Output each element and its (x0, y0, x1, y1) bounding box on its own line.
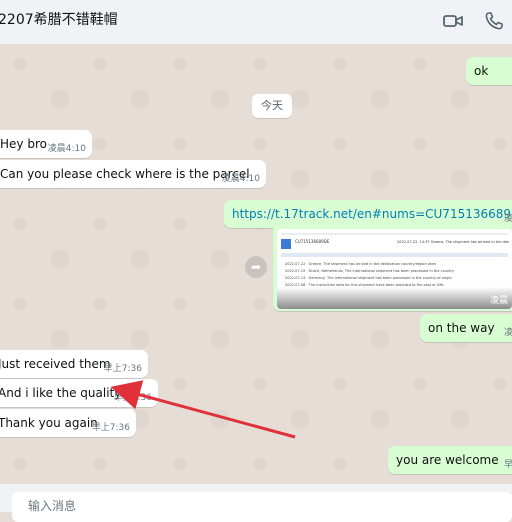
message-time: 早上7:36 (113, 393, 152, 403)
preview-status: 2022-07-22, 14:37 Greece, The shipment h… (397, 240, 509, 244)
preview-event: 2022-07-14 · Germany, The international … (285, 276, 452, 280)
message-time: 凌晨 (489, 296, 508, 306)
message-input-placeholder: 输入消息 (28, 499, 77, 513)
message-text: ok (474, 64, 489, 78)
forward-icon[interactable]: ➦ (245, 256, 267, 278)
chat-header: 2207希腊不错鞋帽 (0, 0, 512, 45)
message-time: 凌晨 (503, 214, 512, 224)
voice-call-icon[interactable] (484, 11, 504, 31)
message-text: Thank you again (0, 416, 98, 430)
video-call-icon[interactable] (443, 11, 463, 31)
message-bubble-welcome[interactable]: you are welcome 早上 (388, 446, 512, 474)
message-bubble-hey-bro[interactable]: Hey bro 凌晨4:10 (0, 130, 92, 158)
message-text: Just received them (0, 357, 111, 371)
message-bubble-quality[interactable]: And i like the quality 早上7:36 (0, 379, 158, 407)
message-text: on the way (428, 321, 495, 335)
message-time: 凌晨 (503, 328, 512, 338)
tracking-screenshot-image[interactable]: CU715136689DE 2022-07-22, 14:37 Greece, … (277, 229, 512, 309)
message-time: 早上7:36 (91, 423, 130, 433)
message-text: And i like the quality (0, 386, 122, 400)
preview-tracking-number: CU715136689DE (295, 239, 330, 244)
message-bubble-on-the-way[interactable]: on the way 凌晨 (420, 314, 512, 342)
message-time: 凌晨4:10 (47, 144, 86, 154)
message-text: you are welcome (396, 453, 499, 467)
message-time: 早上 (503, 460, 512, 470)
message-time: 凌晨4:10 (221, 174, 260, 184)
image-overlay (277, 287, 512, 309)
message-text: Hey bro (0, 137, 47, 151)
message-input[interactable]: 输入消息 (12, 492, 512, 522)
message-bubble-thank-you[interactable]: Thank you again 早上7:36 (0, 409, 136, 437)
chat-title[interactable]: 2207希腊不错鞋帽 (0, 9, 118, 29)
message-text: Can you please check where is the parcel (0, 167, 250, 181)
date-separator: 今天 (252, 94, 292, 118)
message-list[interactable]: ok 今天 Hey bro 凌晨4:10 Can you please chec… (0, 44, 512, 484)
message-bubble-ok[interactable]: ok (466, 57, 512, 85)
composer-bar: 输入消息 (0, 484, 512, 522)
message-bubble-check-parcel[interactable]: Can you please check where is the parcel… (0, 160, 266, 188)
preview-event: 2022-07-15 · Dutch, Netherlands, The int… (285, 269, 455, 273)
tracking-link[interactable]: https://t.17track.net/en#nums=CU71513668… (232, 207, 512, 221)
message-time: 早上7:36 (103, 364, 142, 374)
message-bubble-received[interactable]: Just received them 早上7:36 (0, 350, 148, 378)
preview-event: 2022-07-22 · Greece, The shipment has ar… (285, 262, 436, 266)
